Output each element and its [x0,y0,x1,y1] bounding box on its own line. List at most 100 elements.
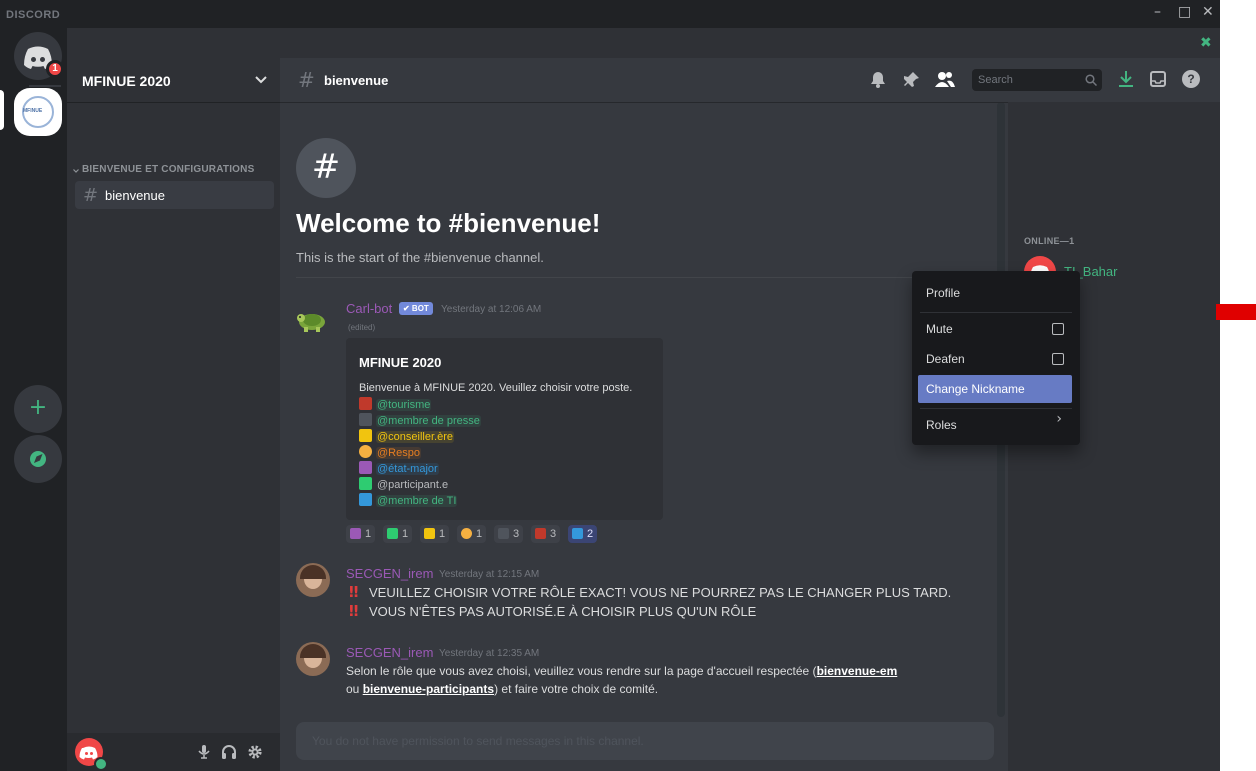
server-abbr: MFINUE [23,108,43,114]
dismiss-x-icon[interactable]: ✖ [1200,35,1212,51]
clapper-emoji-icon [498,528,509,539]
server-icon-mfinue[interactable]: MFINUE [14,88,62,136]
channel-item-bienvenue[interactable]: # bienvenue [75,181,274,209]
role-mention-presse[interactable]: @membre de presse [376,415,481,427]
person-emoji-icon [359,461,372,474]
computer-emoji-icon [359,493,372,506]
menu-item-mute[interactable]: Mute [918,315,1072,343]
menu-item-change-nickname[interactable]: Change Nickname [918,375,1072,403]
context-menu: Profile Mute Deafen Change Nickname Role… [912,271,1080,445]
message-timestamp: Yesterday at 12:35 AM [439,648,540,659]
chevron-right-icon: › [1056,411,1062,427]
guild-name: MFINUE 2020 [82,73,171,89]
role-mention-etat-major[interactable]: @état-major [376,463,439,475]
chevron-down-icon [255,76,267,84]
guild-header[interactable]: MFINUE 2020 [67,58,280,103]
channel-label: bienvenue [105,188,165,203]
hash-icon: # [298,68,315,92]
message-author[interactable]: Carl-bot [346,301,392,316]
menu-item-deafen[interactable]: Deafen [918,345,1072,373]
role-line: @membre de presse [359,413,481,429]
face-emoji-icon [359,445,372,458]
channel-link-bienvenue-em[interactable]: bienvenue-em [817,664,898,678]
avatar[interactable] [296,642,330,676]
reaction-button[interactable]: 1 [346,525,376,543]
reaction-button[interactable]: 3 [494,525,524,543]
message-text: Selon le rôle que vous avez choisi, veui… [346,664,898,678]
edited-tag: (edited) [348,323,376,332]
welcome-subtitle: This is the start of the #bienvenue chan… [296,250,544,265]
role-line: @participant.e [359,477,481,493]
message-author[interactable]: SECGEN_irem [346,645,433,660]
menu-item-roles[interactable]: Roles › [918,411,1072,439]
app-brand: DISCORD [6,9,61,21]
add-server-icon[interactable]: + [14,385,62,433]
user-panel [67,733,280,771]
update-bar: ✖ [67,28,1220,58]
members-icon[interactable] [935,71,955,88]
category-chevron-icon [73,169,79,173]
mute-checkbox[interactable] [1052,323,1064,335]
reaction-button[interactable]: 1 [420,525,450,543]
double-exclamation-icon: ‼ [349,602,359,620]
fleur-emoji-icon [424,528,435,539]
rail-divider [29,85,61,87]
embed-description: Bienvenue à MFINUE 2020. Veuillez choisi… [359,382,633,394]
reaction-bar: 1 1 1 1 3 3 2 [346,525,646,543]
deafen-checkbox[interactable] [1052,353,1064,365]
gear-icon[interactable] [247,744,263,760]
message-timestamp: Yesterday at 12:06 AM [441,304,542,315]
message-text: VEUILLEZ CHOISIR VOTRE RÔLE EXACT! VOUS … [369,585,952,600]
role-mention-ti[interactable]: @membre de TI [376,495,458,507]
role-mention-respo[interactable]: @Respo [376,447,421,459]
hash-icon: # [83,185,99,206]
microphone-icon[interactable] [197,744,211,760]
server-rail: 1 MFINUE + [0,28,67,771]
reaction-button[interactable]: 1 [383,525,413,543]
message-timestamp: Yesterday at 12:15 AM [439,569,540,580]
embed: MFINUE 2020 Bienvenue à MFINUE 2020. Veu… [346,338,663,520]
channel-hash-icon: # [296,138,356,198]
person-emoji-icon [350,528,361,539]
role-mention-conseiller[interactable]: @conseiller.ère [376,431,454,443]
chat-area: # Welcome to #bienvenue! This is the sta… [280,58,1008,771]
menu-item-profile[interactable]: Profile [918,279,1072,307]
pin-icon[interactable] [904,71,920,88]
message-author[interactable]: SECGEN_irem [346,566,433,581]
selected-pill [0,90,4,130]
role-line: @état-major [359,461,481,477]
minimize-button[interactable]: – [1154,4,1161,20]
menu-divider [920,312,1072,313]
bell-icon[interactable] [870,71,886,88]
home-button[interactable]: 1 [14,32,64,80]
channel-link-bienvenue-participants[interactable]: bienvenue-participants [363,682,494,696]
message-composer[interactable]: You do not have permission to send messa… [296,722,994,760]
circus-emoji-icon [535,528,546,539]
inbox-icon[interactable] [1150,71,1166,87]
role-line: @conseiller.ère [359,429,481,445]
close-button[interactable]: ✕ [1202,4,1214,20]
role-mention-participant[interactable]: @participant.e [376,479,449,491]
role-line: @tourisme [359,397,481,413]
search-input[interactable]: Search [972,69,1102,91]
role-line: @membre de TI [359,493,481,509]
reaction-button[interactable]: 1 [457,525,487,543]
avatar[interactable] [296,563,330,597]
avatar[interactable] [296,302,330,336]
role-mention-tourisme[interactable]: @tourisme [376,399,432,411]
reaction-button-selected[interactable]: 2 [568,525,598,543]
message-text: ou bienvenue-participants) et faire votr… [346,682,659,696]
channel-category[interactable]: BIENVENUE ET CONFIGURATIONS [82,164,254,175]
download-icon[interactable] [1118,70,1134,88]
reaction-button[interactable]: 3 [531,525,561,543]
headphones-icon[interactable] [221,744,237,760]
online-header: ONLINE—1 [1024,236,1075,246]
help-icon[interactable]: ? [1182,70,1200,88]
explore-servers-icon[interactable] [14,435,62,483]
computer-emoji-icon [572,528,583,539]
message-text: VOUS N'ÊTES PAS AUTORISÉ.E À CHOISIR PLU… [369,604,757,619]
user-avatar[interactable] [75,738,108,771]
maximize-button[interactable]: □ [1178,4,1191,20]
discord-window: DISCORD – □ ✕ 1 MFINUE + ✖ MFINUE 2020 B… [0,0,1220,771]
clapper-emoji-icon [359,413,372,426]
